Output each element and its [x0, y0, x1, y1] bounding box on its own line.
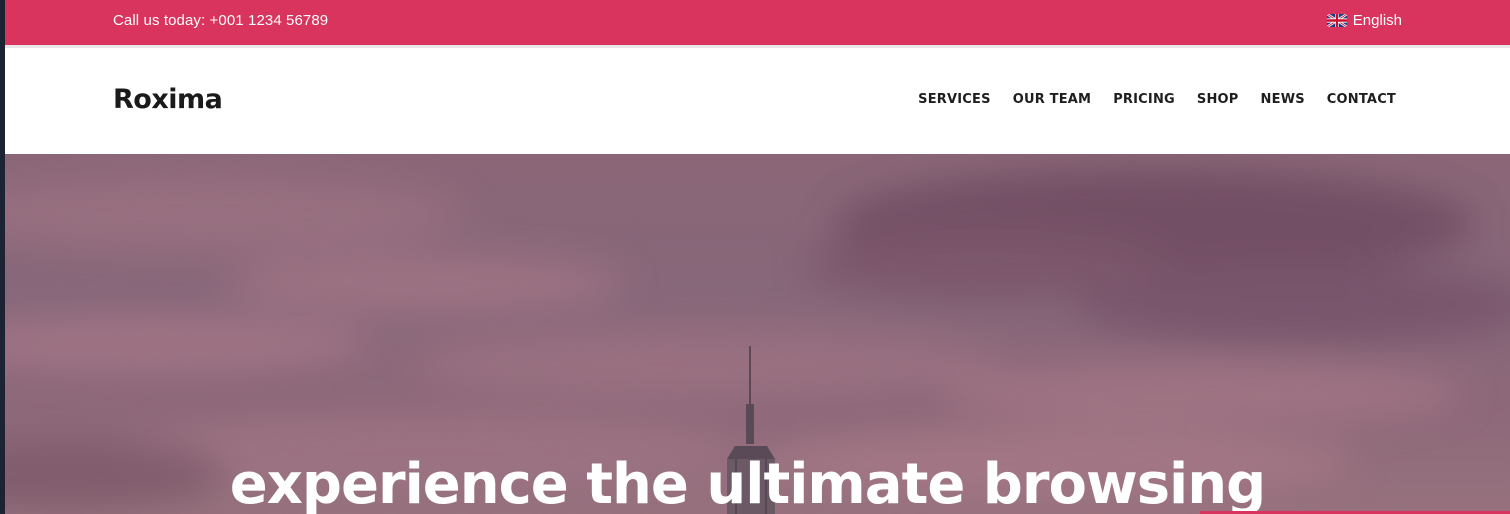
hero-section: experience the ultimate browsing: [5, 154, 1510, 514]
language-label: English: [1352, 12, 1402, 29]
hero-title: experience the ultimate browsing: [229, 452, 1266, 514]
language-selector[interactable]: English: [1326, 12, 1402, 29]
nav-services[interactable]: SERVICES: [918, 92, 991, 107]
nav-news[interactable]: NEWS: [1261, 92, 1305, 107]
nav-our-team[interactable]: OUR TEAM: [1013, 92, 1092, 107]
main-nav: SERVICES OUR TEAM PRICING SHOP NEWS CONT…: [918, 92, 1396, 107]
browser-viewport: Call us today: +001 1234 56789 English R…: [5, 0, 1510, 514]
site-header: Roxima SERVICES OUR TEAM PRICING SHOP NE…: [5, 48, 1510, 154]
uk-flag-icon: [1326, 14, 1347, 27]
site-logo[interactable]: Roxima: [113, 84, 223, 115]
nav-contact[interactable]: CONTACT: [1327, 92, 1396, 107]
phone-text: Call us today: +001 1234 56789: [113, 12, 329, 29]
top-bar: Call us today: +001 1234 56789 English: [5, 0, 1510, 45]
nav-shop[interactable]: SHOP: [1197, 92, 1239, 107]
nav-pricing[interactable]: PRICING: [1113, 92, 1175, 107]
